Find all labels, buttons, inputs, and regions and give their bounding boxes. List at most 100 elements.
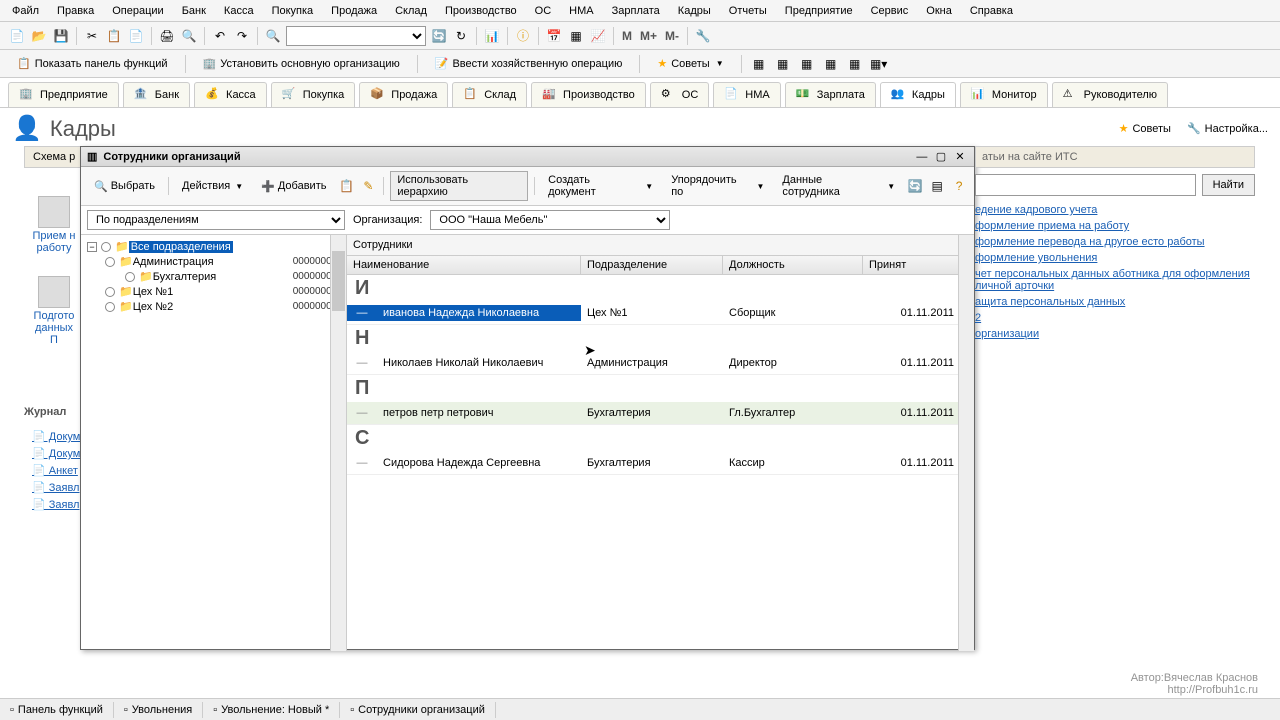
- table-row[interactable]: —петров петр петровичБухгалтерияГл.Бухга…: [347, 402, 974, 425]
- menu-Предприятие[interactable]: Предприятие: [785, 5, 853, 17]
- grid-icon-3[interactable]: ▦: [798, 55, 816, 73]
- report-icon[interactable]: 📈: [589, 27, 607, 45]
- maximize-button[interactable]: ▢: [933, 150, 949, 163]
- menu-Правка[interactable]: Правка: [57, 5, 94, 17]
- its-link[interactable]: ащита персональных данных: [975, 294, 1255, 310]
- save-icon[interactable]: 💾: [52, 27, 70, 45]
- taskbar-button[interactable]: ▫Увольнение: Новый *: [203, 702, 340, 718]
- dept-filter-select[interactable]: По подразделениям: [87, 210, 345, 230]
- create-doc-button[interactable]: Создать документ▼: [541, 171, 660, 201]
- set-org-button[interactable]: 🏢Установить основную организацию: [194, 54, 409, 73]
- calendar-icon[interactable]: 📅: [545, 27, 563, 45]
- tab-Кадры[interactable]: 👥Кадры: [880, 82, 956, 107]
- table-row[interactable]: —Сидорова Надежда СергеевнаБухгалтерияКа…: [347, 452, 974, 475]
- col-name[interactable]: Наименование: [347, 256, 581, 274]
- its-link[interactable]: едение кадрового учета: [975, 202, 1255, 218]
- sort-button[interactable]: Упорядочить по▼: [664, 171, 771, 201]
- grid-icon-4[interactable]: ▦: [822, 55, 840, 73]
- col-pos[interactable]: Должность: [723, 256, 863, 274]
- tools-icon[interactable]: 🔧: [694, 27, 712, 45]
- tree-item[interactable]: 📁 Администрация0000000...: [85, 254, 342, 269]
- edit-icon[interactable]: ✎: [359, 177, 377, 195]
- tab-Предприятие[interactable]: 🏢Предприятие: [8, 82, 119, 107]
- taskbar-button[interactable]: ▫Панель функций: [0, 702, 114, 718]
- tab-Зарплата[interactable]: 💵Зарплата: [785, 82, 876, 107]
- left-link[interactable]: 📄 Заявл: [32, 496, 80, 513]
- search-icon[interactable]: 🔍: [264, 27, 282, 45]
- tree-root[interactable]: −📁 Все подразделения: [85, 239, 342, 254]
- select-button[interactable]: 🔍Выбрать: [87, 177, 162, 196]
- tab-Склад[interactable]: 📋Склад: [452, 82, 527, 107]
- table-icon[interactable]: ▦: [567, 27, 585, 45]
- menu-Окна[interactable]: Окна: [926, 5, 952, 17]
- org-select[interactable]: ООО "Наша Мебель": [430, 210, 670, 230]
- menu-Операции[interactable]: Операции: [112, 5, 163, 17]
- enter-op-button[interactable]: 📝Ввести хозяйственную операцию: [426, 54, 632, 73]
- menu-ОС[interactable]: ОС: [535, 5, 552, 17]
- shortcut-prepare[interactable]: Подгото данных П: [30, 276, 78, 346]
- menu-НМА[interactable]: НМА: [569, 5, 593, 17]
- scheme-tab[interactable]: Схема р: [24, 146, 84, 168]
- menu-Файл[interactable]: Файл: [12, 5, 39, 17]
- left-link[interactable]: 📄 Докум: [32, 428, 80, 445]
- menu-Сервис[interactable]: Сервис: [871, 5, 909, 17]
- redo-icon[interactable]: ↷: [233, 27, 251, 45]
- open-icon[interactable]: 📂: [30, 27, 48, 45]
- tree-item[interactable]: 📁 Цех №10000000...: [85, 284, 342, 299]
- menu-Банк[interactable]: Банк: [182, 5, 206, 17]
- add-button[interactable]: ➕Добавить: [254, 177, 333, 196]
- its-link[interactable]: формление приема на работу: [975, 218, 1255, 234]
- header-settings-button[interactable]: 🔧Настройка...: [1187, 122, 1268, 135]
- search-combo[interactable]: [286, 26, 426, 46]
- taskbar-button[interactable]: ▫Увольнения: [114, 702, 203, 718]
- its-find-button[interactable]: Найти: [1202, 174, 1255, 196]
- tab-Банк[interactable]: 🏦Банк: [123, 82, 190, 107]
- its-search-input[interactable]: [975, 174, 1196, 196]
- cut-icon[interactable]: ✂: [83, 27, 101, 45]
- tab-Монитор[interactable]: 📊Монитор: [960, 82, 1048, 107]
- m-plus-button[interactable]: M+: [638, 29, 659, 43]
- its-link[interactable]: организации: [975, 326, 1255, 342]
- window-titlebar[interactable]: ▥Сотрудники организаций — ▢ ✕: [81, 147, 974, 167]
- empdata-button[interactable]: Данные сотрудника▼: [775, 171, 902, 201]
- grid-icon-1[interactable]: ▦: [750, 55, 768, 73]
- tab-Касса[interactable]: 💰Касса: [194, 82, 267, 107]
- menu-Производство[interactable]: Производство: [445, 5, 517, 17]
- grid-icon-6[interactable]: ▦▾: [870, 55, 888, 73]
- preview-icon[interactable]: 🔍: [180, 27, 198, 45]
- menu-Склад[interactable]: Склад: [395, 5, 427, 17]
- paste-icon[interactable]: 📄: [127, 27, 145, 45]
- find-prev-icon[interactable]: ↻: [452, 27, 470, 45]
- grid-icon-2[interactable]: ▦: [774, 55, 792, 73]
- copy-row-icon[interactable]: 📋: [337, 177, 355, 195]
- header-tips-button[interactable]: ★Советы: [1119, 122, 1171, 135]
- grid-icon-5[interactable]: ▦: [846, 55, 864, 73]
- undo-icon[interactable]: ↶: [211, 27, 229, 45]
- tab-Продажа[interactable]: 📦Продажа: [359, 82, 448, 107]
- shortcut-hire[interactable]: Прием н работу: [30, 196, 78, 254]
- refresh-icon[interactable]: 🔄: [906, 177, 924, 195]
- calc-icon[interactable]: 📊: [483, 27, 501, 45]
- show-panel-button[interactable]: 📋Показать панель функций: [8, 54, 177, 73]
- tree-item[interactable]: 📁 Цех №20000000...: [85, 299, 342, 314]
- find-next-icon[interactable]: 🔄: [430, 27, 448, 45]
- minimize-button[interactable]: —: [914, 151, 930, 163]
- columns-icon[interactable]: ▤: [928, 177, 946, 195]
- left-link[interactable]: 📄 Докум: [32, 445, 80, 462]
- menu-Отчеты[interactable]: Отчеты: [729, 5, 767, 17]
- m-button[interactable]: M: [620, 29, 634, 43]
- tab-Производство[interactable]: 🏭Производство: [531, 82, 646, 107]
- taskbar-button[interactable]: ▫Сотрудники организаций: [340, 702, 496, 718]
- help-icon[interactable]: ?: [950, 177, 968, 195]
- tab-Покупка[interactable]: 🛒Покупка: [271, 82, 356, 107]
- tab-ОС[interactable]: ⚙ОС: [650, 82, 710, 107]
- print-icon[interactable]: 🖨: [158, 27, 176, 45]
- menu-Кадры[interactable]: Кадры: [678, 5, 711, 17]
- menu-Справка[interactable]: Справка: [970, 5, 1013, 17]
- its-link[interactable]: 2: [975, 310, 1255, 326]
- menu-Покупка[interactable]: Покупка: [272, 5, 314, 17]
- table-row[interactable]: —иванова Надежда НиколаевнаЦех №1Сборщик…: [347, 302, 974, 325]
- tips-button[interactable]: ★Советы▼: [648, 54, 732, 73]
- use-hierarchy-button[interactable]: Использовать иерархию: [390, 171, 528, 201]
- tab-НМА[interactable]: 📄НМА: [713, 82, 780, 107]
